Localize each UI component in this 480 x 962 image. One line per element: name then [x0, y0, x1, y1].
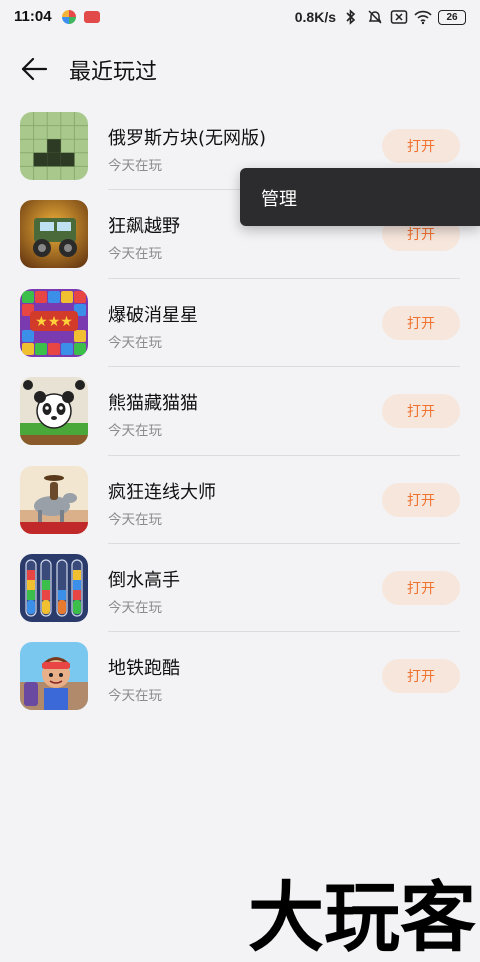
open-button[interactable]: 打开 [382, 305, 460, 340]
list-item[interactable]: 熊猫藏猫猫 今天在玩 打开 [0, 367, 480, 456]
list-item[interactable]: 疯狂连线大师 今天在玩 打开 [0, 456, 480, 544]
header: 最近玩过 [0, 46, 480, 92]
open-button[interactable]: 打开 [382, 129, 460, 163]
mute-icon [368, 10, 382, 24]
subway-runner-icon[interactable] [20, 642, 88, 711]
wifi-icon [414, 10, 432, 25]
offroad-truck-icon[interactable] [20, 200, 88, 269]
game-name: 疯狂连线大师 [108, 481, 216, 503]
cowboy-horse-icon[interactable] [20, 465, 88, 534]
bluetooth-icon [346, 9, 356, 25]
battery-icon: 26 [438, 9, 466, 25]
game-name: 爆破消星星 [108, 304, 198, 326]
status-right: 0.8K/s 26 [295, 8, 466, 26]
app-notification-icon [84, 11, 100, 23]
status-time: 11:04 [14, 8, 52, 25]
game-subtitle: 今天在玩 [108, 511, 162, 528]
game-name: 熊猫藏猫猫 [108, 393, 198, 415]
menu-item-manage[interactable]: 管理 [261, 185, 297, 211]
game-subtitle: 今天在玩 [108, 599, 162, 616]
open-button[interactable]: 打开 [382, 482, 460, 517]
game-subtitle: 今天在玩 [108, 688, 162, 705]
tetris-icon[interactable] [20, 112, 88, 180]
list-item[interactable]: 倒水高手 今天在玩 打开 [0, 544, 480, 633]
game-subtitle: 今天在玩 [108, 334, 162, 351]
game-name: 倒水高手 [108, 569, 180, 591]
game-subtitle: 今天在玩 [108, 158, 162, 174]
panda-icon[interactable] [20, 377, 88, 446]
game-subtitle: 今天在玩 [108, 423, 162, 440]
svg-text:★★★: ★★★ [35, 314, 73, 330]
open-button[interactable]: 打开 [382, 570, 460, 605]
open-button[interactable]: 打开 [382, 394, 460, 429]
game-name: 地铁跑酷 [108, 658, 180, 680]
page-title: 最近玩过 [69, 60, 158, 85]
context-menu: 管理 [240, 168, 480, 226]
water-tubes-icon[interactable] [20, 553, 88, 622]
status-bar: 11:04 0.8K/s 26 [0, 0, 480, 34]
game-name: 俄罗斯方块(无网版) [108, 128, 267, 149]
sim-off-icon [390, 10, 408, 24]
open-button[interactable]: 打开 [382, 659, 460, 694]
game-subtitle: 今天在玩 [108, 246, 162, 263]
list-item[interactable]: 地铁跑酷 今天在玩 打开 [0, 632, 480, 720]
back-arrow-icon[interactable] [20, 54, 50, 84]
app-notification-icon [62, 10, 76, 24]
game-name: 狂飙越野 [108, 216, 180, 238]
star-blocks-icon[interactable]: ★★★ [20, 288, 88, 357]
watermark: 大玩客 [248, 873, 476, 962]
list-item[interactable]: ★★★ 爆破消星星 今天在玩 打开 [0, 279, 480, 368]
network-speed: 0.8K/s [294, 9, 336, 25]
